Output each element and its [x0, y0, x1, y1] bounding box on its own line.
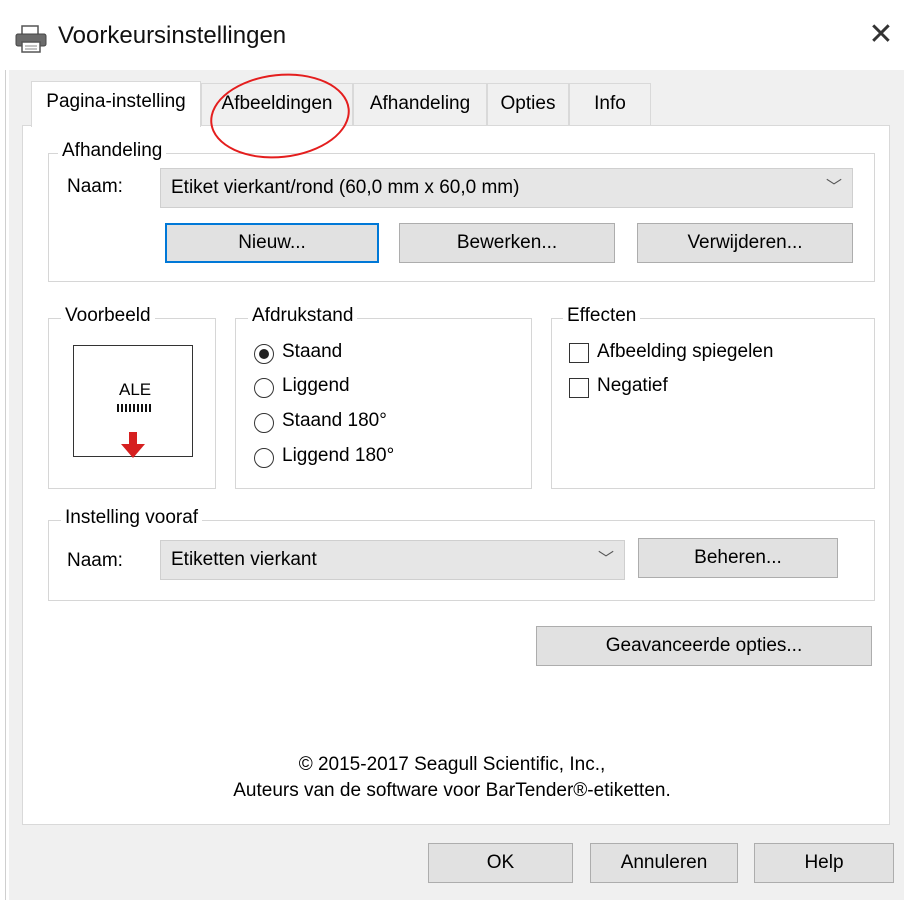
instelling-naam-select[interactable]: Etiketten vierkant ﹀ [160, 540, 625, 580]
radio-liggend-180[interactable] [254, 448, 274, 468]
arrow-down-icon-head [121, 444, 145, 458]
radio-staand-label: Staand [282, 341, 343, 362]
group-afdrukstand-legend: Afdrukstand [248, 305, 358, 327]
preview-text: ALE [119, 380, 152, 399]
radio-staand-180[interactable] [254, 413, 274, 433]
copyright-line: © 2015-2017 Seagull Scientific, Inc., [298, 754, 606, 775]
checkbox-negatief-label: Negatief [597, 375, 668, 396]
cancel-button[interactable]: Annuleren [590, 843, 738, 883]
instelling-naam-label: Naam: [67, 550, 123, 571]
radio-liggend-180-label: Liggend 180° [282, 445, 395, 466]
tab-opties[interactable]: Opties [487, 83, 569, 125]
tab-pagina-instelling[interactable]: Pagina-instelling [31, 81, 201, 127]
help-button[interactable]: Help [754, 843, 894, 883]
checkbox-afbeelding-spiegelen-label: Afbeelding spiegelen [597, 341, 774, 362]
delete-button[interactable]: Verwijderen... [637, 223, 853, 263]
copyright-line-2: Auteurs van de software voor BarTender®-… [233, 780, 671, 801]
edit-button[interactable]: Bewerken... [399, 223, 615, 263]
group-effecten-legend: Effecten [563, 305, 641, 327]
advanced-options-button[interactable]: Geavanceerde opties... [536, 626, 872, 666]
tab-afbeeldingen[interactable]: Afbeeldingen [201, 83, 353, 125]
radio-staand[interactable] [254, 344, 274, 364]
group-instelling-vooraf-legend: Instelling vooraf [61, 507, 203, 529]
checkbox-afbeelding-spiegelen[interactable] [569, 343, 589, 363]
close-icon[interactable]: ✕ [866, 20, 896, 50]
chevron-down-icon: ﹀ [597, 551, 614, 568]
new-button[interactable]: Nieuw... [165, 223, 379, 263]
title-bar: Voorkeursinstellingen ✕ [0, 0, 904, 70]
manage-button[interactable]: Beheren... [638, 538, 838, 578]
afhandeling-naam-select[interactable]: Etiket vierkant/rond (60,0 mm x 60,0 mm)… [160, 168, 853, 208]
afhandeling-naam-value: Etiket vierkant/rond (60,0 mm x 60,0 mm) [171, 177, 520, 198]
radio-liggend[interactable] [254, 378, 274, 398]
group-voorbeeld-legend: Voorbeeld [61, 305, 155, 327]
instelling-naam-value: Etiketten vierkant [171, 549, 317, 570]
printer-icon [15, 25, 47, 53]
radio-liggend-label: Liggend [282, 375, 350, 396]
chevron-down-icon: ﹀ [825, 179, 842, 196]
group-afhandeling-legend: Afhandeling [58, 140, 167, 162]
radio-staand-180-label: Staand 180° [282, 410, 387, 431]
tab-afhandeling[interactable]: Afhandeling [353, 83, 487, 125]
window-title: Voorkeursinstellingen [58, 22, 287, 49]
ok-button[interactable]: OK [428, 843, 573, 883]
checkbox-negatief[interactable] [569, 378, 589, 398]
tab-info[interactable]: Info [569, 83, 651, 125]
afhandeling-naam-label: Naam: [67, 176, 123, 197]
barcode-icon [117, 404, 151, 412]
